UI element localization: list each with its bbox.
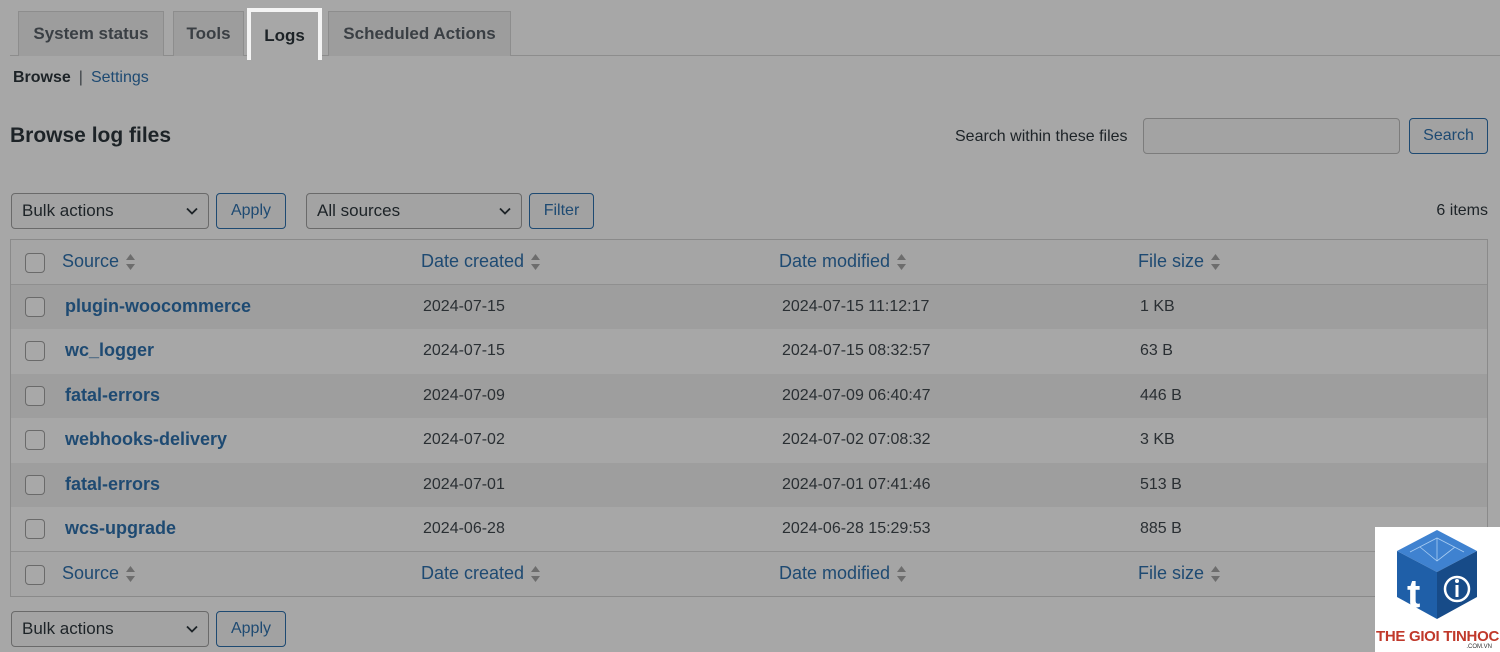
cube-logo-icon: t — [1397, 530, 1477, 619]
table-footer-row: Source Date created Date modified File s… — [11, 551, 1487, 596]
column-label: Date modified — [779, 251, 891, 271]
source-link[interactable]: fatal-errors — [65, 474, 160, 495]
watermark-text: THE GIOI TINHOC — [1375, 628, 1499, 645]
sort-icon — [1211, 565, 1221, 582]
search-input[interactable] — [1143, 118, 1400, 154]
source-filter-value: All sources — [317, 201, 401, 220]
select-all-checkbox[interactable] — [25, 565, 45, 585]
source-link[interactable]: fatal-errors — [65, 385, 160, 406]
sort-icon — [126, 565, 136, 582]
column-footer-date-created[interactable]: Date created — [421, 563, 541, 584]
source-link[interactable]: wcs-upgrade — [65, 518, 176, 539]
date-created-cell: 2024-07-15 — [423, 298, 505, 315]
source-link[interactable]: plugin-woocommerce — [65, 296, 251, 317]
sort-icon — [897, 253, 907, 270]
log-files-table: Source Date created Date modified File s… — [10, 239, 1488, 597]
source-link[interactable]: wc_logger — [65, 340, 154, 361]
file-size-cell: 1 KB — [1140, 298, 1175, 315]
tab-system-status[interactable]: System status — [18, 11, 164, 56]
row-checkbox[interactable] — [25, 519, 45, 539]
column-header-file-size[interactable]: File size — [1138, 251, 1221, 272]
column-label: Source — [62, 563, 120, 583]
column-label: Date created — [421, 251, 525, 271]
date-modified-cell: 2024-07-01 07:41:46 — [782, 475, 931, 493]
column-footer-date-modified[interactable]: Date modified — [779, 563, 907, 584]
date-modified-cell: 2024-06-28 15:29:53 — [782, 520, 931, 537]
table-row: fatal-errors 2024-07-01 2024-07-01 07:41… — [11, 462, 1487, 507]
nav-tab-wrapper: System status Tools Logs Scheduled Actio… — [10, 0, 1500, 60]
date-created-cell: 2024-07-15 — [423, 342, 505, 360]
items-count: 6 items — [1436, 202, 1488, 219]
column-header-date-created[interactable]: Date created — [421, 251, 541, 272]
row-checkbox[interactable] — [25, 385, 45, 406]
chevron-down-icon — [186, 625, 198, 633]
date-created-cell: 2024-07-01 — [423, 475, 505, 493]
bulk-actions-value: Bulk actions — [22, 201, 114, 220]
column-footer-file-size[interactable]: File size — [1138, 563, 1221, 584]
date-modified-cell: 2024-07-09 06:40:47 — [782, 386, 931, 404]
select-all-checkbox[interactable] — [25, 253, 45, 273]
tab-logs[interactable]: Logs — [247, 8, 322, 60]
subnav-browse[interactable]: Browse — [13, 69, 71, 87]
bulk-actions-select-bottom[interactable]: Bulk actions — [11, 611, 209, 647]
date-modified-cell: 2024-07-15 08:32:57 — [782, 342, 931, 360]
column-footer-source[interactable]: Source — [62, 563, 136, 584]
file-size-cell: 885 B — [1140, 520, 1182, 537]
source-link[interactable]: webhooks-delivery — [65, 429, 227, 450]
row-checkbox[interactable] — [25, 297, 45, 317]
file-size-cell: 3 KB — [1140, 431, 1175, 449]
sort-icon — [897, 565, 907, 582]
column-label: Date created — [421, 563, 525, 583]
sort-icon — [1211, 253, 1221, 270]
column-header-date-modified[interactable]: Date modified — [779, 251, 907, 272]
table-row: webhooks-delivery 2024-07-02 2024-07-02 … — [11, 418, 1487, 463]
column-header-source[interactable]: Source — [62, 251, 136, 272]
subnav-separator: | — [78, 69, 83, 86]
table-row: wc_logger 2024-07-15 2024-07-15 08:32:57… — [11, 329, 1487, 374]
bulk-actions-select[interactable]: Bulk actions — [11, 193, 209, 229]
column-label: File size — [1138, 251, 1205, 271]
sort-icon — [126, 253, 136, 270]
source-filter-select[interactable]: All sources — [306, 193, 522, 229]
date-created-cell: 2024-07-09 — [423, 386, 505, 404]
watermark-subtext: .COM.VN — [1466, 644, 1492, 650]
column-label: Source — [62, 251, 120, 271]
column-label: Date modified — [779, 563, 891, 583]
subnav: Browse | Settings — [13, 69, 149, 87]
tab-tools[interactable]: Tools — [173, 11, 244, 56]
watermark-logo: t THE GIOI TINHOC .COM.VN — [1375, 527, 1500, 652]
file-size-cell: 446 B — [1140, 386, 1182, 404]
row-checkbox[interactable] — [25, 474, 45, 495]
search-label: Search within these files — [955, 128, 1128, 145]
page-title: Browse log files — [10, 124, 172, 147]
apply-button[interactable]: Apply — [216, 193, 286, 229]
date-modified-cell: 2024-07-02 07:08:32 — [782, 431, 931, 449]
bulk-actions-value: Bulk actions — [22, 619, 114, 638]
table-row: wcs-upgrade 2024-06-28 2024-06-28 15:29:… — [11, 507, 1487, 552]
tab-scheduled-actions[interactable]: Scheduled Actions — [328, 11, 511, 56]
table-row: plugin-woocommerce 2024-07-15 2024-07-15… — [11, 285, 1487, 330]
row-checkbox[interactable] — [25, 341, 45, 362]
sort-icon — [531, 253, 541, 270]
filter-button[interactable]: Filter — [529, 193, 594, 229]
file-size-cell: 513 B — [1140, 475, 1182, 493]
table-row: fatal-errors 2024-07-09 2024-07-09 06:40… — [11, 373, 1487, 419]
svg-text:t: t — [1407, 572, 1420, 616]
table-header-row: Source Date created Date modified File s… — [11, 240, 1487, 285]
row-checkbox[interactable] — [25, 430, 45, 451]
chevron-down-icon — [499, 207, 511, 215]
date-created-cell: 2024-07-02 — [423, 431, 505, 449]
subnav-settings[interactable]: Settings — [91, 69, 149, 87]
date-modified-cell: 2024-07-15 11:12:17 — [782, 298, 930, 315]
date-created-cell: 2024-06-28 — [423, 520, 505, 537]
column-label: File size — [1138, 563, 1205, 583]
sort-icon — [531, 565, 541, 582]
apply-button-bottom[interactable]: Apply — [216, 611, 286, 647]
search-button[interactable]: Search — [1409, 118, 1488, 154]
file-size-cell: 63 B — [1140, 342, 1173, 360]
chevron-down-icon — [186, 207, 198, 215]
